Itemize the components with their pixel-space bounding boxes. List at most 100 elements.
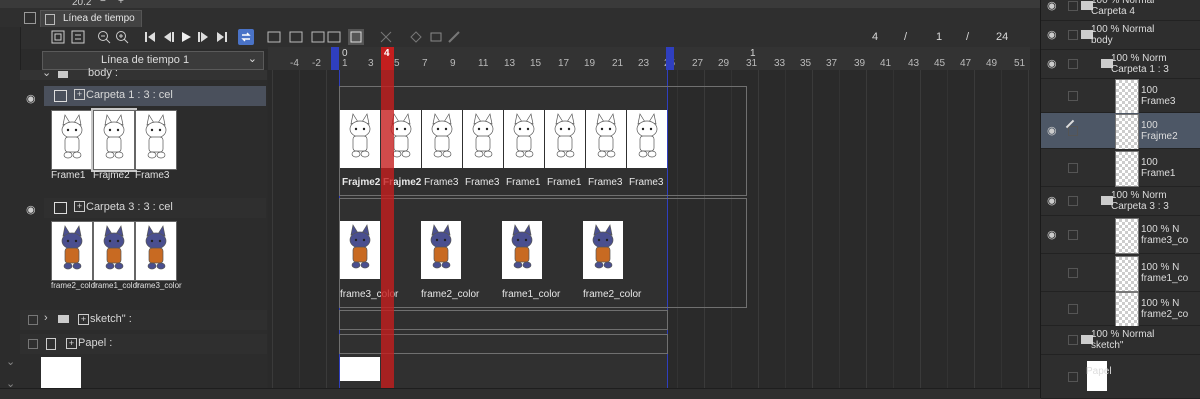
cel-tool-d-icon[interactable] — [326, 29, 342, 45]
cel-thumbnail[interactable] — [91, 108, 137, 172]
step-back-icon[interactable] — [160, 29, 176, 45]
track-frame[interactable] — [340, 110, 380, 168]
eye-icon[interactable]: ◉ — [1047, 28, 1057, 41]
timeline-grid[interactable]: Frajme2 Frajme2 Frame3 Frame3 Frame1 Frame1 Fr… — [268, 70, 1030, 388]
track-frame[interactable] — [627, 110, 667, 168]
expand-plus-icon[interactable]: + — [74, 89, 85, 100]
layer-row-body[interactable]: ⌄ body : — [20, 67, 267, 80]
papel-thumbnail[interactable] — [41, 357, 81, 390]
cel-tool-b-icon[interactable] — [288, 29, 304, 45]
visibility-checkbox[interactable] — [1068, 59, 1078, 69]
layer-row-carpeta1[interactable]: + Carpeta 1 : 3 : cel — [44, 86, 266, 106]
zoom-plus-button[interactable]: + — [118, 0, 124, 7]
visibility-checkbox[interactable] — [28, 315, 38, 325]
visibility-checkbox[interactable] — [1068, 267, 1078, 278]
folder-icon[interactable] — [50, 29, 66, 45]
cel-thumbnail[interactable] — [135, 221, 177, 281]
cel-tool-a-icon[interactable] — [266, 29, 282, 45]
visibility-checkbox[interactable] — [1068, 30, 1078, 40]
layer-palette-row[interactable]: 100 % Nframe2_co — [1041, 291, 1200, 328]
visibility-checkbox[interactable] — [1068, 162, 1078, 173]
frame-counter-sep2: / — [966, 31, 970, 43]
layer-palette-row[interactable]: ◉ 100 Frajme2 — [1041, 113, 1200, 150]
eye-icon[interactable]: ◉ — [1047, 228, 1057, 241]
layer-palette-line1: 100 — [1141, 156, 1158, 168]
eye-icon[interactable]: ◉ — [1047, 124, 1057, 137]
layer-palette-row[interactable]: Papel — [1041, 355, 1200, 399]
scissors-icon[interactable] — [378, 29, 394, 45]
paint-bucket-icon[interactable] — [408, 29, 424, 45]
cel-tool-c-icon[interactable] — [310, 29, 326, 45]
expand-chevron-icon[interactable]: ⌄ — [42, 66, 51, 79]
layer-palette-row[interactable]: ◉ 100 % Norm Carpeta 3 : 3 — [1041, 187, 1200, 216]
visibility-checkbox[interactable] — [1068, 229, 1078, 240]
visibility-checkbox[interactable] — [1068, 1, 1078, 11]
loop-icon[interactable] — [238, 29, 254, 45]
expand-plus-icon[interactable]: + — [78, 314, 89, 325]
layer-palette-row[interactable]: 100 Frame1 — [1041, 149, 1200, 187]
track-frame[interactable] — [583, 221, 623, 279]
step-forward-icon[interactable] — [196, 29, 212, 45]
layer-palette-row[interactable]: ◉ 100 % Nframe3_co — [1041, 216, 1200, 254]
menu-icon[interactable] — [24, 12, 36, 24]
eye-icon[interactable]: ◉ — [26, 203, 36, 216]
play-icon[interactable] — [178, 29, 194, 45]
zoom-in-icon[interactable] — [114, 29, 130, 45]
track-frame[interactable] — [504, 110, 544, 168]
onion-skin-icon[interactable] — [348, 29, 364, 45]
eye-icon[interactable]: ◉ — [26, 92, 36, 105]
cel-label: frame3_color — [135, 281, 182, 290]
expand-chevron-icon[interactable]: › — [44, 312, 48, 324]
timeline-select[interactable]: Línea de tiempo 1 ⌄ — [42, 51, 264, 70]
visibility-checkbox[interactable] — [1068, 303, 1078, 314]
track-frame[interactable] — [502, 221, 542, 279]
layer-row-carpeta3[interactable]: + Carpeta 3 : 3 : cel — [44, 198, 266, 218]
frame-ruler[interactable]: 0 1 -4-213579111315171921232527293133353… — [268, 47, 1030, 72]
visibility-checkbox[interactable] — [1068, 90, 1078, 101]
layer-palette-row[interactable]: 100 % Nframe1_co — [1041, 254, 1200, 292]
track-frame[interactable] — [422, 110, 462, 168]
eye-icon[interactable]: ◉ — [1047, 194, 1057, 207]
eye-icon[interactable]: ◉ — [1047, 57, 1057, 70]
cel-thumbnail[interactable] — [51, 221, 93, 281]
papel-frame[interactable] — [340, 357, 380, 381]
new-cel-icon[interactable] — [70, 29, 86, 45]
visibility-checkbox[interactable] — [28, 339, 38, 349]
tab-timeline[interactable]: Línea de tiempo — [40, 10, 142, 28]
layer-palette-row[interactable]: ◉ 100 % Norm Carpeta 1 : 3 — [1041, 50, 1200, 79]
visibility-checkbox[interactable] — [1068, 125, 1078, 136]
ruler-tick-label: 17 — [558, 58, 570, 69]
layer-palette-row[interactable]: 100 Frame3 — [1041, 78, 1200, 115]
layer-row-papel[interactable]: + Papel : — [20, 334, 267, 354]
chevron-down-icon[interactable]: ⌄ — [6, 355, 15, 368]
range-end-marker[interactable] — [666, 47, 674, 71]
track-frame[interactable] — [586, 110, 626, 168]
layer-palette-row[interactable]: ◉ 100 % Normal body — [1041, 21, 1200, 50]
zoom-value[interactable]: 20.2 — [72, 0, 91, 8]
pencil-icon[interactable] — [446, 29, 462, 45]
skip-end-icon[interactable] — [214, 29, 230, 45]
layer-palette-row[interactable]: ◉ 100 % Normal Carpeta 4 — [1041, 0, 1200, 21]
cel-thumbnail[interactable] — [135, 110, 177, 170]
skip-start-icon[interactable] — [142, 29, 158, 45]
cel-thumbnail[interactable] — [93, 221, 135, 281]
visibility-checkbox[interactable] — [1068, 371, 1078, 382]
expand-plus-icon[interactable]: + — [74, 201, 85, 212]
track-frame[interactable] — [340, 221, 380, 279]
zoom-out-icon[interactable] — [96, 29, 112, 45]
layer-row-sketch[interactable]: › + sketch" : — [20, 310, 267, 330]
expand-plus-icon[interactable]: + — [66, 338, 77, 349]
visibility-checkbox[interactable] — [1068, 335, 1078, 345]
zoom-minus-button[interactable]: − — [100, 0, 106, 7]
cel-thumbnail[interactable] — [51, 110, 93, 170]
grid-line — [947, 70, 948, 388]
visibility-checkbox[interactable] — [1068, 196, 1078, 206]
track-frame-label: frame2_color — [421, 289, 480, 300]
eye-icon[interactable]: ◉ — [1047, 0, 1057, 12]
track-frame[interactable] — [421, 221, 461, 279]
track-frame[interactable] — [545, 110, 585, 168]
track-frame[interactable] — [463, 110, 503, 168]
layer-palette-row[interactable]: 100 % Normal sketch" — [1041, 326, 1200, 355]
range-start-marker[interactable] — [331, 47, 339, 71]
frame-icon[interactable] — [428, 29, 444, 45]
